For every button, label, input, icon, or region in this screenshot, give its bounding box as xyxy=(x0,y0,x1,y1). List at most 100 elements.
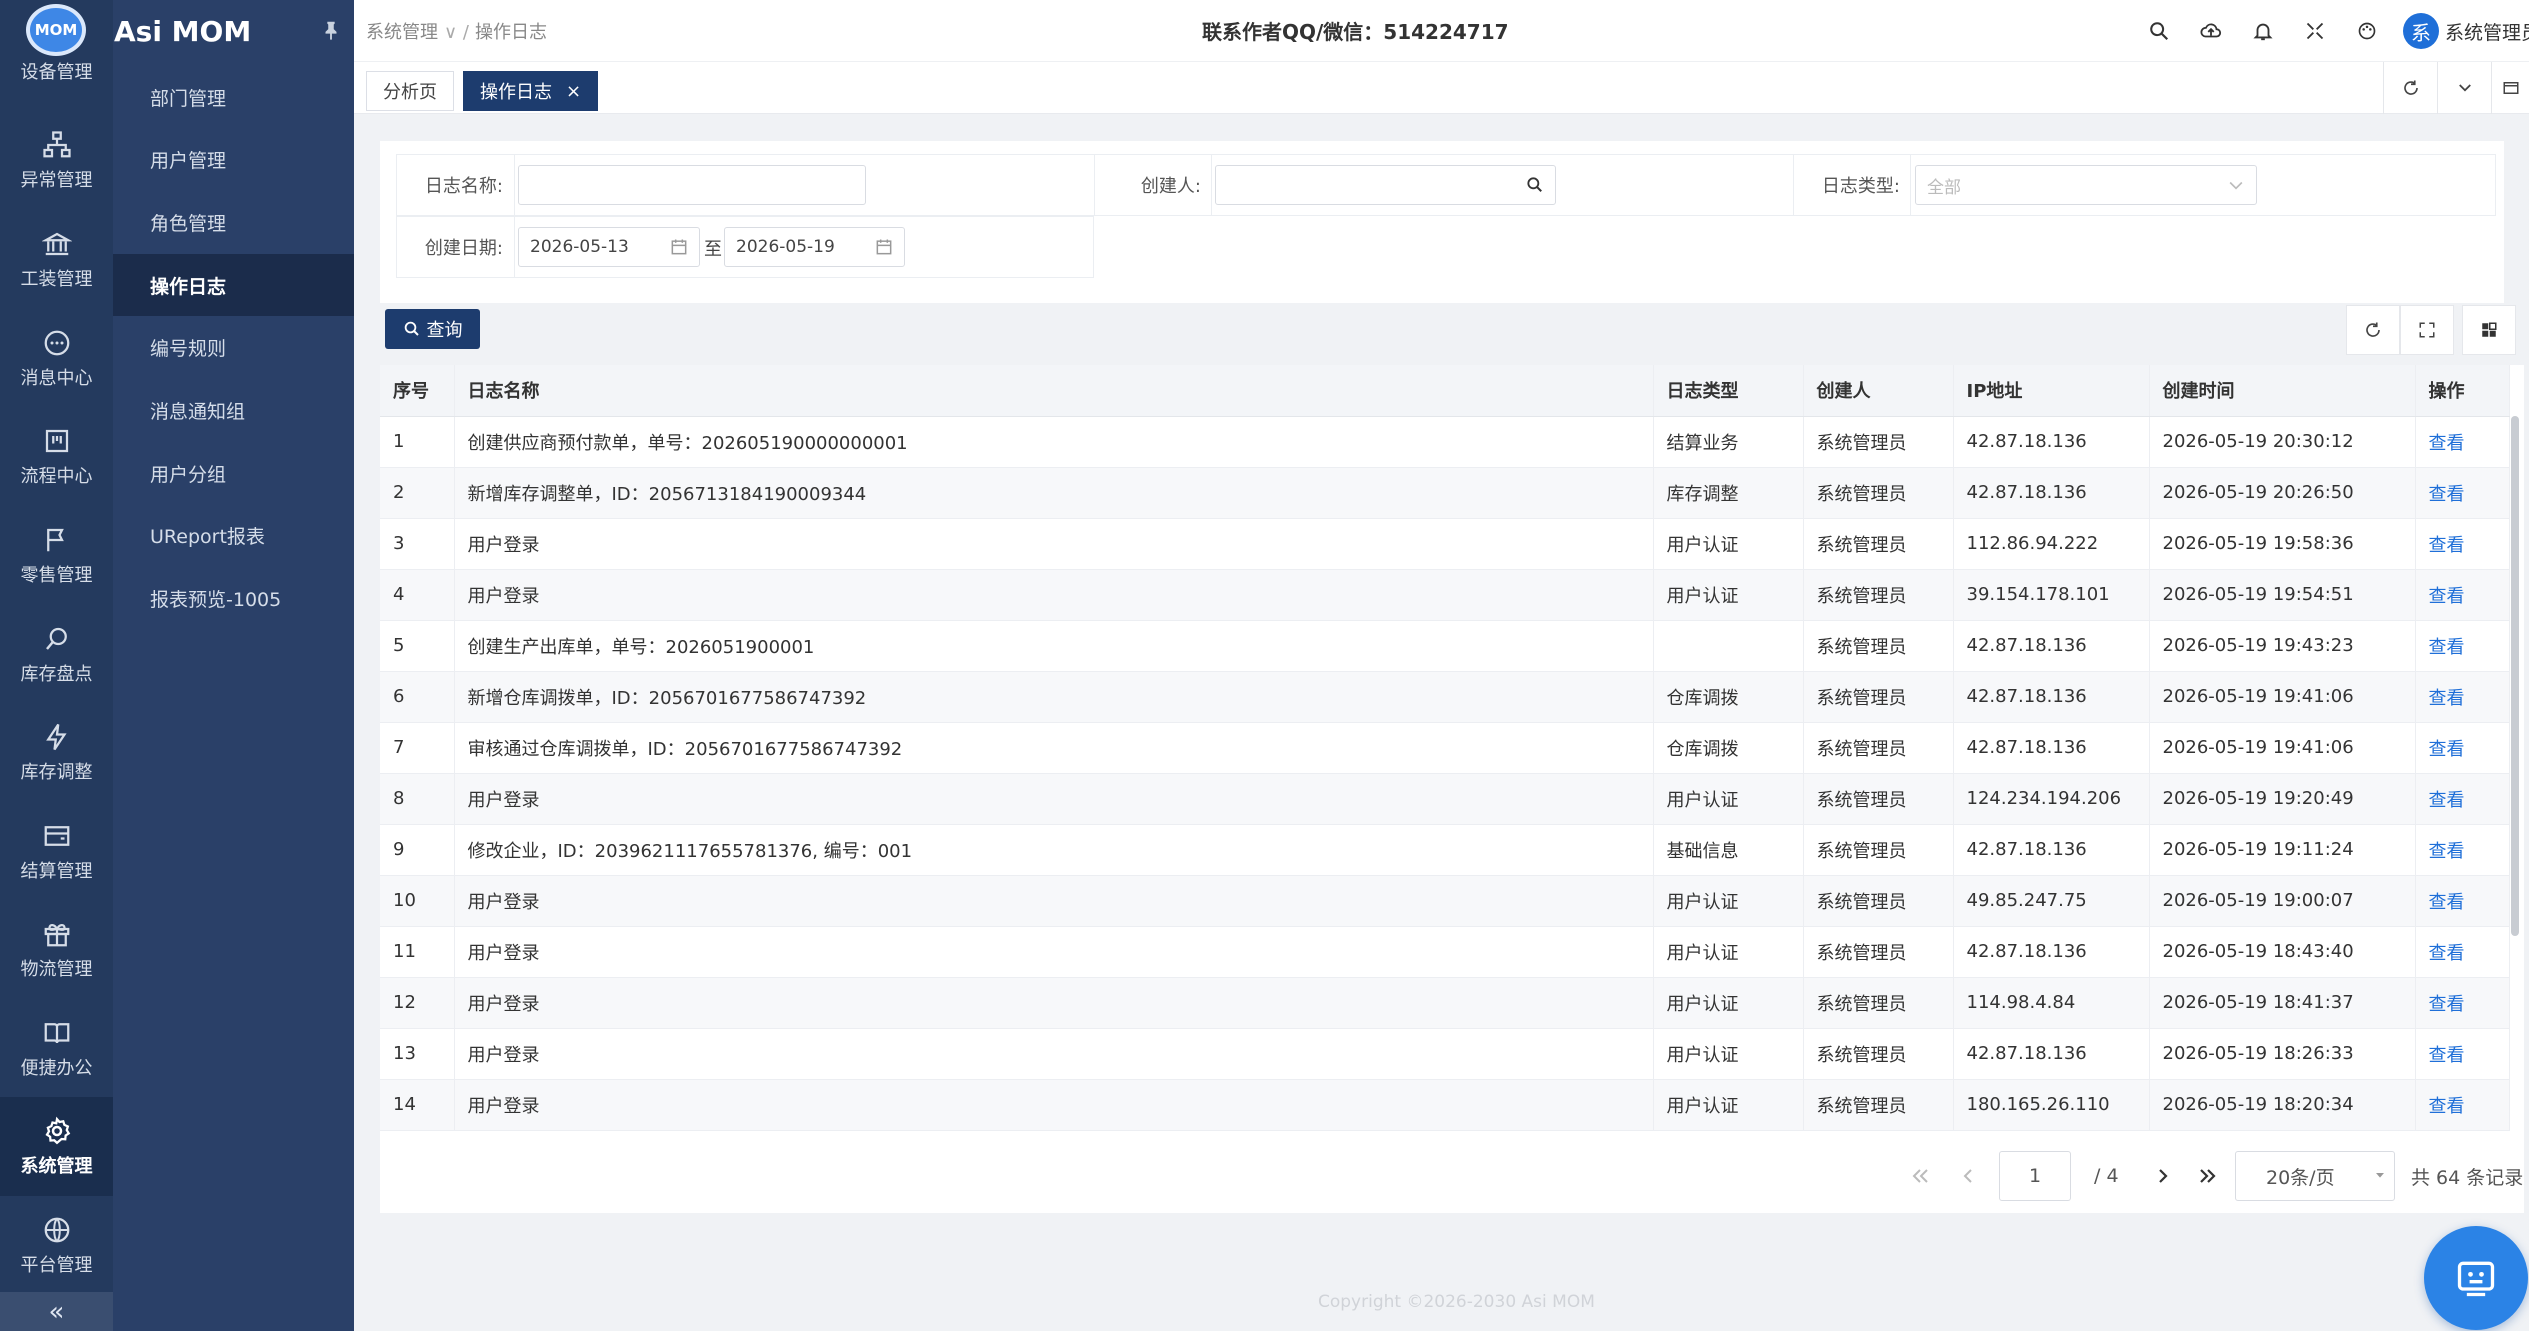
table-cell: 系统管理员 xyxy=(1803,926,1954,978)
view-link[interactable]: 查看 xyxy=(2415,1028,2510,1080)
rail-item-flag[interactable]: 零售管理 xyxy=(0,506,113,605)
submenu-item[interactable]: 报表预览-1005 xyxy=(113,568,354,630)
tab-operation-log[interactable]: 操作日志 × xyxy=(463,71,599,111)
query-button[interactable]: 查询 xyxy=(385,309,480,349)
rail-item-org-chart[interactable]: 异常管理 xyxy=(0,111,113,210)
rail-item-device[interactable]: 设备管理 xyxy=(0,58,113,92)
view-link[interactable]: 查看 xyxy=(2415,1079,2510,1131)
table-row[interactable]: 2 新增库存调整单，ID：2056713184190009344 库存调整 系统管理员… xyxy=(380,467,2510,519)
date-end-input[interactable]: 2026-05-19 xyxy=(724,227,905,267)
refresh-tab-icon[interactable] xyxy=(2383,62,2437,114)
rail-item-label: 平台管理 xyxy=(20,1254,93,1276)
table-cell: 用户认证 xyxy=(1653,1079,1804,1131)
close-icon[interactable]: × xyxy=(566,81,581,102)
chat-robot-button[interactable] xyxy=(2424,1226,2528,1330)
tab-analysis[interactable]: 分析页 xyxy=(366,71,454,111)
table-row[interactable]: 6 新增仓库调拨单，ID：2056701677586747392 仓库调拨 系统管理员… xyxy=(380,671,2510,723)
rail-item-message[interactable]: 消息中心 xyxy=(0,309,113,408)
log-name-input[interactable] xyxy=(518,165,866,205)
rail-item-gift[interactable]: 物流管理 xyxy=(0,900,113,999)
rail-item-gear[interactable]: 系统管理 xyxy=(0,1097,113,1196)
table-cell: 用户认证 xyxy=(1653,926,1804,978)
submenu-item[interactable]: UReport报表 xyxy=(113,505,354,567)
rail-item-globe[interactable]: 平台管理 xyxy=(0,1196,113,1295)
user-menu[interactable]: 系 系统管理员 xyxy=(2403,13,2529,49)
view-link[interactable]: 查看 xyxy=(2415,773,2510,825)
calendar-icon xyxy=(876,239,892,255)
rail-item-book[interactable]: 便捷办公 xyxy=(0,999,113,1098)
rail-item-label: 设备管理 xyxy=(20,62,93,83)
view-link[interactable]: 查看 xyxy=(2415,620,2510,672)
date-range-separator: 至 xyxy=(704,239,722,260)
page-number-input[interactable]: 1 xyxy=(1999,1151,2071,1201)
next-page-icon[interactable] xyxy=(2151,1156,2175,1196)
view-link[interactable]: 查看 xyxy=(2415,467,2510,519)
table-row[interactable]: 12 用户登录 用户认证 系统管理员 114.98.4.84 2026-05-19 18:… xyxy=(380,977,2510,1029)
breadcrumb-item[interactable]: 系统管理 xyxy=(366,22,438,43)
refresh-icon[interactable] xyxy=(2346,305,2400,355)
table-scrollbar[interactable] xyxy=(2511,416,2519,936)
table-cell: 3 xyxy=(380,518,455,570)
table-row[interactable]: 10 用户登录 用户认证 系统管理员 49.85.247.75 2026-05-19 19… xyxy=(380,875,2510,927)
first-page-icon[interactable] xyxy=(1908,1156,1932,1196)
table-row[interactable]: 3 用户登录 用户认证 系统管理员 112.86.94.222 2026-05-19 19… xyxy=(380,518,2510,570)
view-link[interactable]: 查看 xyxy=(2415,977,2510,1029)
table-row[interactable]: 9 修改企业，ID：2039621117655781376, 编号：001 基础信息… xyxy=(380,824,2510,876)
column-settings-icon[interactable] xyxy=(2462,305,2516,355)
fullscreen-icon[interactable] xyxy=(2289,0,2341,62)
view-link[interactable]: 查看 xyxy=(2415,518,2510,570)
submenu-item[interactable]: 消息通知组 xyxy=(113,380,354,442)
search-icon[interactable] xyxy=(2133,0,2185,62)
view-link[interactable]: 查看 xyxy=(2415,926,2510,978)
prev-page-icon[interactable] xyxy=(1956,1156,1980,1196)
table-row[interactable]: 14 用户登录 用户认证 系统管理员 180.165.26.110 2026-05-19 … xyxy=(380,1079,2510,1131)
table-cell: 用户认证 xyxy=(1653,875,1804,927)
table-row[interactable]: 1 创建供应商预付款单，单号：202605190000000001 结算业务 系统管理… xyxy=(380,416,2510,468)
view-link[interactable]: 查看 xyxy=(2415,569,2510,621)
table-cell: 用户认证 xyxy=(1653,773,1804,825)
page-size-select[interactable]: 20条/页 xyxy=(2235,1151,2395,1201)
table-row[interactable]: 8 用户登录 用户认证 系统管理员 124.234.194.206 2026-05-19 … xyxy=(380,773,2510,825)
rail-item-flow[interactable]: 流程中心 xyxy=(0,407,113,506)
pin-icon[interactable] xyxy=(320,18,342,42)
view-link[interactable]: 查看 xyxy=(2415,416,2510,468)
rail-item-search[interactable]: 库存盘点 xyxy=(0,605,113,704)
submenu-item[interactable]: 用户管理 xyxy=(113,129,354,191)
breadcrumb-item: 操作日志 xyxy=(474,22,547,43)
submenu-item[interactable]: 用户分组 xyxy=(113,442,354,504)
table-cell: 2026-05-19 18:43:40 xyxy=(2149,926,2416,978)
view-link[interactable]: 查看 xyxy=(2415,824,2510,876)
log-type-select[interactable]: 全部 xyxy=(1915,165,2257,205)
submenu-item[interactable]: 角色管理 xyxy=(113,191,354,253)
view-link[interactable]: 查看 xyxy=(2415,875,2510,927)
bell-icon[interactable] xyxy=(2237,0,2289,62)
view-link[interactable]: 查看 xyxy=(2415,722,2510,774)
column-header: 日志名称 xyxy=(454,365,1654,417)
collapse-sidebar-button[interactable]: « xyxy=(0,1292,113,1331)
rail-item-wallet[interactable]: 结算管理 xyxy=(0,802,113,901)
table-row[interactable]: 13 用户登录 用户认证 系统管理员 42.87.18.136 2026-05-19 18… xyxy=(380,1028,2510,1080)
date-start-input[interactable]: 2026-05-13 xyxy=(518,227,700,267)
table-cell: 用户登录 xyxy=(454,518,1654,570)
table-row[interactable]: 7 审核通过仓库调拨单，ID：2056701677586747392 仓库调拨 系统管… xyxy=(380,722,2510,774)
table-row[interactable]: 4 用户登录 用户认证 系统管理员 39.154.178.101 2026-05-19 1… xyxy=(380,569,2510,621)
last-page-icon[interactable] xyxy=(2196,1156,2220,1196)
table-row[interactable]: 11 用户登录 用户认证 系统管理员 42.87.18.136 2026-05-19 18… xyxy=(380,926,2510,978)
expand-icon[interactable] xyxy=(2400,305,2454,355)
cloud-upload-icon[interactable] xyxy=(2185,0,2237,62)
rail-item-bank[interactable]: 工装管理 xyxy=(0,210,113,309)
view-link[interactable]: 查看 xyxy=(2415,671,2510,723)
table-row[interactable]: 5 创建生产出库单，单号：2026051900001 系统管理员 42.87.18.1… xyxy=(380,620,2510,672)
submenu-item[interactable]: 编号规则 xyxy=(113,317,354,379)
table-cell: 新增仓库调拨单，ID：2056701677586747392 xyxy=(454,671,1654,723)
rail-item-bolt[interactable]: 库存调整 xyxy=(0,703,113,802)
table-cell: 2026-05-19 20:26:50 xyxy=(2149,467,2416,519)
creator-input[interactable] xyxy=(1215,165,1556,205)
submenu-item[interactable]: 操作日志 xyxy=(113,254,354,317)
palette-icon[interactable] xyxy=(2341,0,2393,62)
chevron-down-icon[interactable] xyxy=(2437,62,2491,114)
submenu-item[interactable]: 部门管理 xyxy=(113,66,354,128)
maximize-icon[interactable] xyxy=(2491,62,2529,114)
filter-label-cell: 日志类型: xyxy=(1794,155,1911,215)
search-icon[interactable] xyxy=(1525,175,1545,195)
